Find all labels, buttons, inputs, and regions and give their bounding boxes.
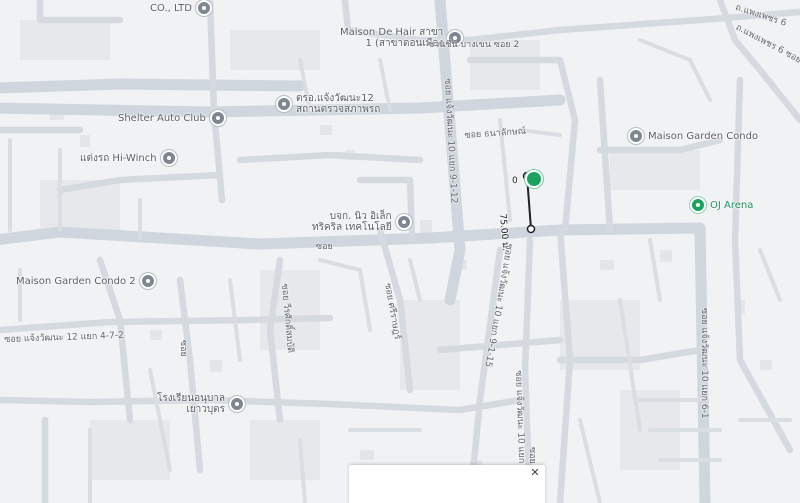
close-icon[interactable]: ✕ [529, 467, 541, 479]
measure-start-label: 0 [512, 176, 518, 186]
poi-oj-arena[interactable]: OJ Arena [690, 197, 753, 213]
place-pin-icon [395, 214, 412, 230]
poi-label: บจก. นิว อิเล็ก ทริคริล เทคโนโลยี [312, 211, 392, 233]
poi-maison-garden[interactable]: Maison Garden Condo [628, 128, 758, 144]
place-pin-icon [229, 396, 246, 412]
poi-label: Maison Garden Condo 2 [16, 275, 136, 287]
place-pin-icon [160, 150, 177, 166]
road-label: ซอย [316, 242, 333, 252]
place-pin-icon [690, 197, 706, 213]
poi-label: แต่งรถ Hi-Winch [80, 152, 157, 164]
measure-start-marker[interactable] [525, 170, 543, 188]
road-label: ชวนชื่น บางเขน ซอย 2 [428, 40, 520, 50]
poi-co-ltd[interactable]: CO., LTD [150, 0, 212, 16]
map-canvas[interactable]: 0 75.00 ม. CO., LTD Maison De Hair สาขา … [0, 0, 800, 503]
poi-shelter[interactable]: Shelter Auto Club [118, 110, 226, 126]
poi-label: CO., LTD [150, 2, 192, 14]
place-pin-icon [628, 128, 644, 144]
poi-hiwinch[interactable]: แต่งรถ Hi-Winch [80, 150, 177, 166]
poi-maison-garden-2[interactable]: Maison Garden Condo 2 [16, 273, 156, 289]
poi-school[interactable]: โรงเรียนอนุบาล เยาวบุตร [157, 393, 246, 415]
poi-label: Shelter Auto Club [118, 112, 206, 124]
poi-label: Maison Garden Condo [648, 130, 759, 142]
place-pin-icon [276, 96, 292, 112]
road-label: ซอย [527, 447, 537, 464]
road-label: ซอย [178, 340, 188, 357]
bottom-info-card: ✕ [349, 465, 545, 503]
place-pin-icon [209, 110, 226, 126]
poi-label: OJ Arena [710, 199, 754, 211]
poi-label: โรงเรียนอนุบาล เยาวบุตร [157, 393, 226, 415]
poi-label: ตรอ.แจ้งวัฒนะ12 สถานตรวจสภาพรถ [296, 93, 381, 115]
place-pin-icon [139, 273, 156, 289]
place-pin-icon [196, 0, 212, 16]
poi-bkj[interactable]: บจก. นิว อิเล็ก ทริคริล เทคโนโลยี [312, 211, 412, 233]
map-roads [0, 0, 800, 503]
road-label: ซอย แจ้งวัฒนะ 10 แยก 6-1 [699, 308, 709, 419]
poi-jaeng[interactable]: ตรอ.แจ้งวัฒนะ12 สถานตรวจสภาพรถ [276, 93, 380, 115]
